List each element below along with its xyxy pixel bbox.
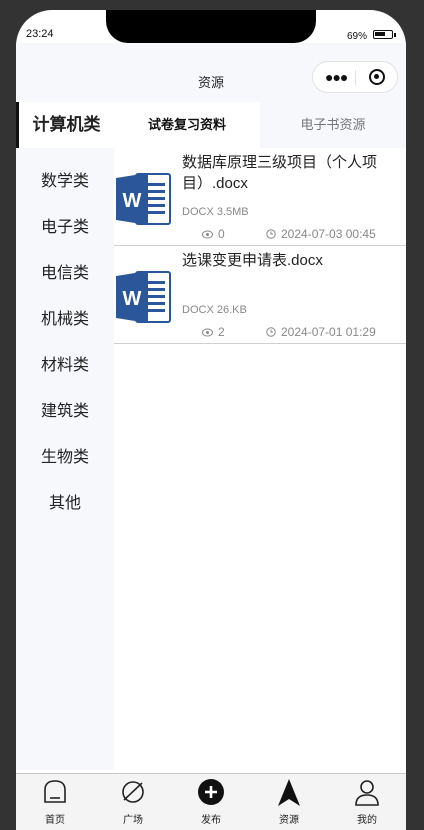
file-list: W 数据库原理三级项目（个人项目）.docx DOCX 3.5MB 0 2024… [114, 148, 406, 770]
eye-icon [202, 230, 213, 239]
capsule-divider [355, 70, 356, 86]
navigation-arrow-icon [278, 779, 300, 806]
tabbar-item-resources[interactable]: 资源 [250, 774, 328, 830]
bottom-tabbar: 首页 广场 发布 资源 我的 [16, 773, 406, 830]
file-title: 数据库原理三级项目（个人项目）.docx [182, 154, 378, 192]
sidebar-item-telecom[interactable]: 电信类 [16, 252, 114, 296]
tab-ebooks[interactable]: 电子书资源 [260, 102, 406, 148]
svg-text:W: W [123, 190, 142, 212]
sidebar-item-computer[interactable]: 计算机类 [16, 102, 114, 148]
tab-exam-review[interactable]: 试卷复习资料 [114, 102, 260, 148]
plus-circle-icon [198, 779, 224, 805]
planet-icon [122, 781, 144, 803]
mini-program-capsule: ●●● [312, 61, 398, 93]
upload-date: 2024-07-03 00:45 [266, 227, 376, 241]
battery-percent: 69% [347, 31, 368, 42]
tabbar-label-mine: 我的 [357, 815, 377, 826]
tabbar-item-mine[interactable]: 我的 [328, 774, 406, 830]
file-size: DOCX 3.5MB [182, 206, 249, 218]
upload-date: 2024-07-01 01:29 [266, 325, 376, 339]
tabbar-item-plaza[interactable]: 广场 [94, 774, 172, 830]
close-target-icon[interactable] [369, 69, 385, 85]
upload-date-value: 2024-07-03 00:45 [281, 227, 376, 241]
home-icon [44, 780, 66, 803]
user-icon [355, 780, 379, 806]
sidebar-item-mechanical[interactable]: 机械类 [16, 298, 114, 342]
view-count: 0 [202, 227, 225, 241]
notch [106, 10, 316, 43]
tabbar-item-home[interactable]: 首页 [16, 774, 94, 830]
battery-tip [394, 33, 396, 37]
eye-icon [202, 328, 213, 337]
file-size: DOCX 26.KB [182, 304, 247, 316]
file-title: 选课变更申请表.docx [182, 252, 323, 269]
word-doc-icon: W [116, 173, 171, 225]
battery-icon [373, 30, 393, 39]
phone-screen: 23:24 69% 资源 ●●● 计算机类 数学类 电子类 电信类 机械类 材料… [16, 10, 406, 830]
word-doc-icon: W [116, 271, 171, 323]
list-item[interactable]: W 数据库原理三级项目（个人项目）.docx DOCX 3.5MB 0 2024… [114, 148, 406, 246]
tabbar-label-publish: 发布 [201, 815, 221, 826]
battery-fill [375, 32, 385, 36]
tabbar-item-publish[interactable]: 发布 [172, 774, 250, 830]
category-sidebar: 计算机类 数学类 电子类 电信类 机械类 材料类 建筑类 生物类 其他 [16, 102, 114, 770]
tabbar-label-resources: 资源 [279, 815, 299, 826]
view-count: 2 [202, 325, 225, 339]
tabbar-label-plaza: 广场 [123, 815, 143, 826]
sidebar-item-architecture[interactable]: 建筑类 [16, 390, 114, 434]
list-item[interactable]: W 选课变更申请表.docx DOCX 26.KB 2 2024-07-01 0… [114, 246, 406, 344]
sidebar-item-biology[interactable]: 生物类 [16, 436, 114, 480]
resource-tabs: 试卷复习资料 电子书资源 [114, 102, 406, 148]
svg-text:W: W [123, 288, 142, 310]
upload-date-value: 2024-07-01 01:29 [281, 325, 376, 339]
clock-icon [266, 327, 276, 337]
sidebar-item-materials[interactable]: 材料类 [16, 344, 114, 388]
status-time: 23:24 [26, 28, 54, 40]
view-count-value: 2 [218, 325, 225, 339]
sidebar-item-math[interactable]: 数学类 [16, 160, 114, 204]
sidebar-item-electronics[interactable]: 电子类 [16, 206, 114, 250]
clock-icon [266, 229, 276, 239]
more-icon[interactable]: ●●● [325, 69, 348, 85]
view-count-value: 0 [218, 227, 225, 241]
sidebar-item-other[interactable]: 其他 [16, 482, 114, 526]
tabbar-label-home: 首页 [45, 815, 65, 826]
